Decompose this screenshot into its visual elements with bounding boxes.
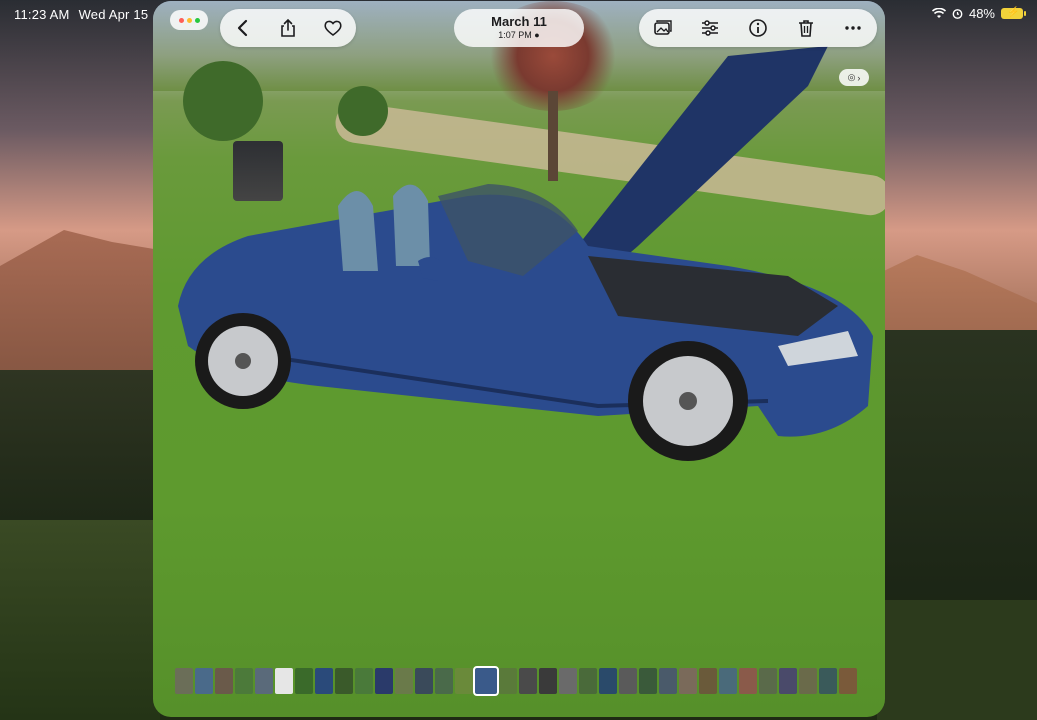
filmstrip-thumbnail[interactable] — [435, 668, 453, 694]
photo-time: 1:07 PM — [498, 30, 532, 40]
status-time: 11:23 AM — [14, 7, 70, 22]
toolbar-left — [220, 9, 356, 47]
edit-button[interactable] — [694, 12, 726, 44]
filmstrip-thumbnail[interactable] — [839, 668, 857, 694]
filmstrip-thumbnail[interactable] — [315, 668, 333, 694]
filmstrip-thumbnail[interactable] — [719, 668, 737, 694]
photo-date-title[interactable]: March 11 1:07 PM ● — [454, 9, 584, 47]
filmstrip-thumbnail[interactable] — [819, 668, 837, 694]
filmstrip-thumbnail[interactable] — [295, 668, 313, 694]
filmstrip-thumbnail[interactable] — [235, 668, 253, 694]
status-bar-right: 48% ⚡ — [931, 6, 1026, 21]
chevron-left-icon — [237, 19, 247, 37]
wallpaper-grass-right — [877, 600, 1037, 720]
filmstrip-thumbnail[interactable] — [415, 668, 433, 694]
info-button[interactable] — [742, 12, 774, 44]
filmstrip-thumbnail[interactable] — [759, 668, 777, 694]
photo-enhance-icon — [653, 20, 672, 35]
window-close-dot[interactable] — [178, 17, 184, 23]
filmstrip-thumbnail[interactable] — [275, 668, 293, 694]
trash-icon — [798, 20, 813, 37]
window-zoom-dot[interactable] — [194, 17, 200, 23]
adjust-sliders-icon — [702, 20, 719, 36]
wallpaper-forest-left — [0, 370, 160, 530]
wallpaper-forest-right — [877, 330, 1037, 630]
filmstrip-thumbnail[interactable] — [195, 668, 213, 694]
status-bar-left: 11:23 AM Wed Apr 15 — [14, 7, 148, 22]
filmstrip-thumbnail[interactable] — [473, 666, 499, 696]
filmstrip-thumbnail[interactable] — [679, 668, 697, 694]
share-button[interactable] — [272, 12, 304, 44]
filmstrip-thumbnail[interactable] — [599, 668, 617, 694]
more-button[interactable] — [837, 12, 869, 44]
toolbar-right — [639, 9, 877, 47]
live-photo-icon: ◎ — [847, 72, 856, 82]
chevron-right-icon: › — [857, 72, 861, 83]
filmstrip-thumbnail[interactable] — [335, 668, 353, 694]
filmstrip-thumbnail[interactable] — [659, 668, 677, 694]
filmstrip-thumbnail[interactable] — [375, 668, 393, 694]
photo-car — [178, 46, 873, 461]
window-minimize-dot[interactable] — [186, 17, 192, 23]
favorite-button[interactable] — [317, 12, 349, 44]
filmstrip-thumbnail[interactable] — [739, 668, 757, 694]
enhance-button[interactable] — [647, 12, 679, 44]
filmstrip-thumbnail[interactable] — [499, 668, 517, 694]
filmstrip-thumbnail[interactable] — [779, 668, 797, 694]
wifi-icon — [931, 8, 946, 18]
filmstrip-thumbnail[interactable] — [395, 668, 413, 694]
filmstrip-thumbnail[interactable] — [539, 668, 557, 694]
filmstrip-thumbnail[interactable] — [255, 668, 273, 694]
more-icon — [845, 26, 861, 30]
battery-icon: ⚡ — [1001, 7, 1026, 19]
person-icon: ● — [534, 30, 540, 40]
live-photo-badge[interactable]: ◎ › — [839, 69, 869, 86]
info-icon — [749, 19, 767, 37]
battery-percent: 48% — [968, 6, 995, 21]
photo-viewer-window: March 11 1:07 PM ● ◎ › — [153, 1, 885, 717]
filmstrip-thumbnail[interactable] — [579, 668, 597, 694]
photo-time-row: 1:07 PM ● — [454, 29, 584, 41]
filmstrip-thumbnail[interactable] — [175, 668, 193, 694]
filmstrip-thumbnail[interactable] — [699, 668, 717, 694]
filmstrip-thumbnail[interactable] — [619, 668, 637, 694]
status-date: Wed Apr 15 — [78, 7, 149, 22]
filmstrip-thumbnail[interactable] — [215, 668, 233, 694]
filmstrip-thumbnail[interactable] — [455, 668, 473, 694]
heart-icon — [324, 20, 342, 36]
filmstrip-thumbnail[interactable] — [559, 668, 577, 694]
back-button[interactable] — [227, 12, 259, 44]
delete-button[interactable] — [790, 12, 822, 44]
filmstrip-thumbnail[interactable] — [519, 668, 537, 694]
photo-date: March 11 — [491, 14, 547, 29]
window-controls[interactable] — [170, 10, 208, 30]
wallpaper-grass-left — [0, 520, 160, 720]
alarm-icon — [952, 9, 963, 19]
filmstrip-thumbnail[interactable] — [799, 668, 817, 694]
filmstrip-thumbnail[interactable] — [639, 668, 657, 694]
share-icon — [281, 18, 295, 37]
filmstrip — [175, 666, 857, 696]
filmstrip-thumbnail[interactable] — [355, 668, 373, 694]
